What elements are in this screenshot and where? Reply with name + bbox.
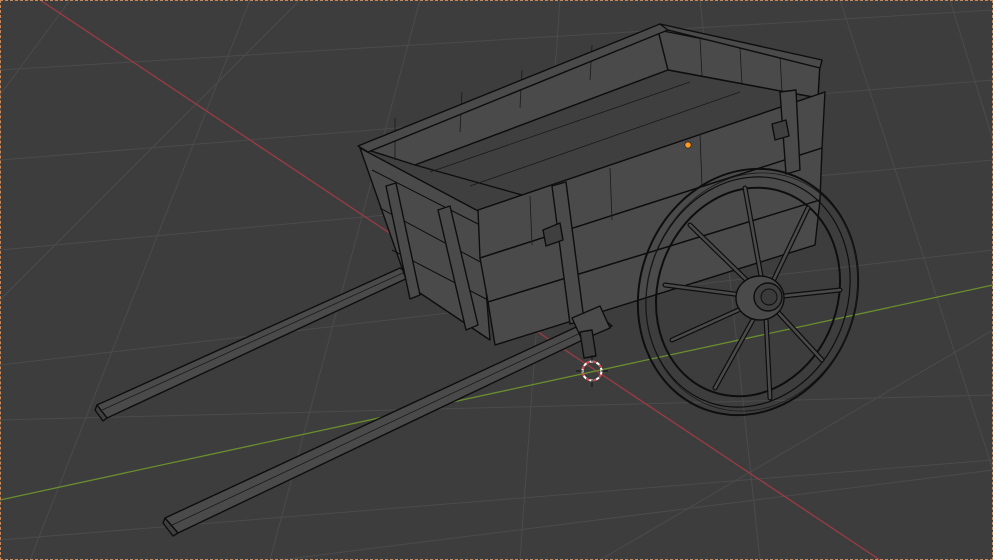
3d-viewport[interactable] [0, 0, 993, 560]
viewport-canvas[interactable] [0, 0, 993, 560]
object-origin-icon [684, 141, 692, 149]
cart-shaft-left[interactable] [94, 267, 413, 422]
wheel-hub [735, 275, 785, 321]
